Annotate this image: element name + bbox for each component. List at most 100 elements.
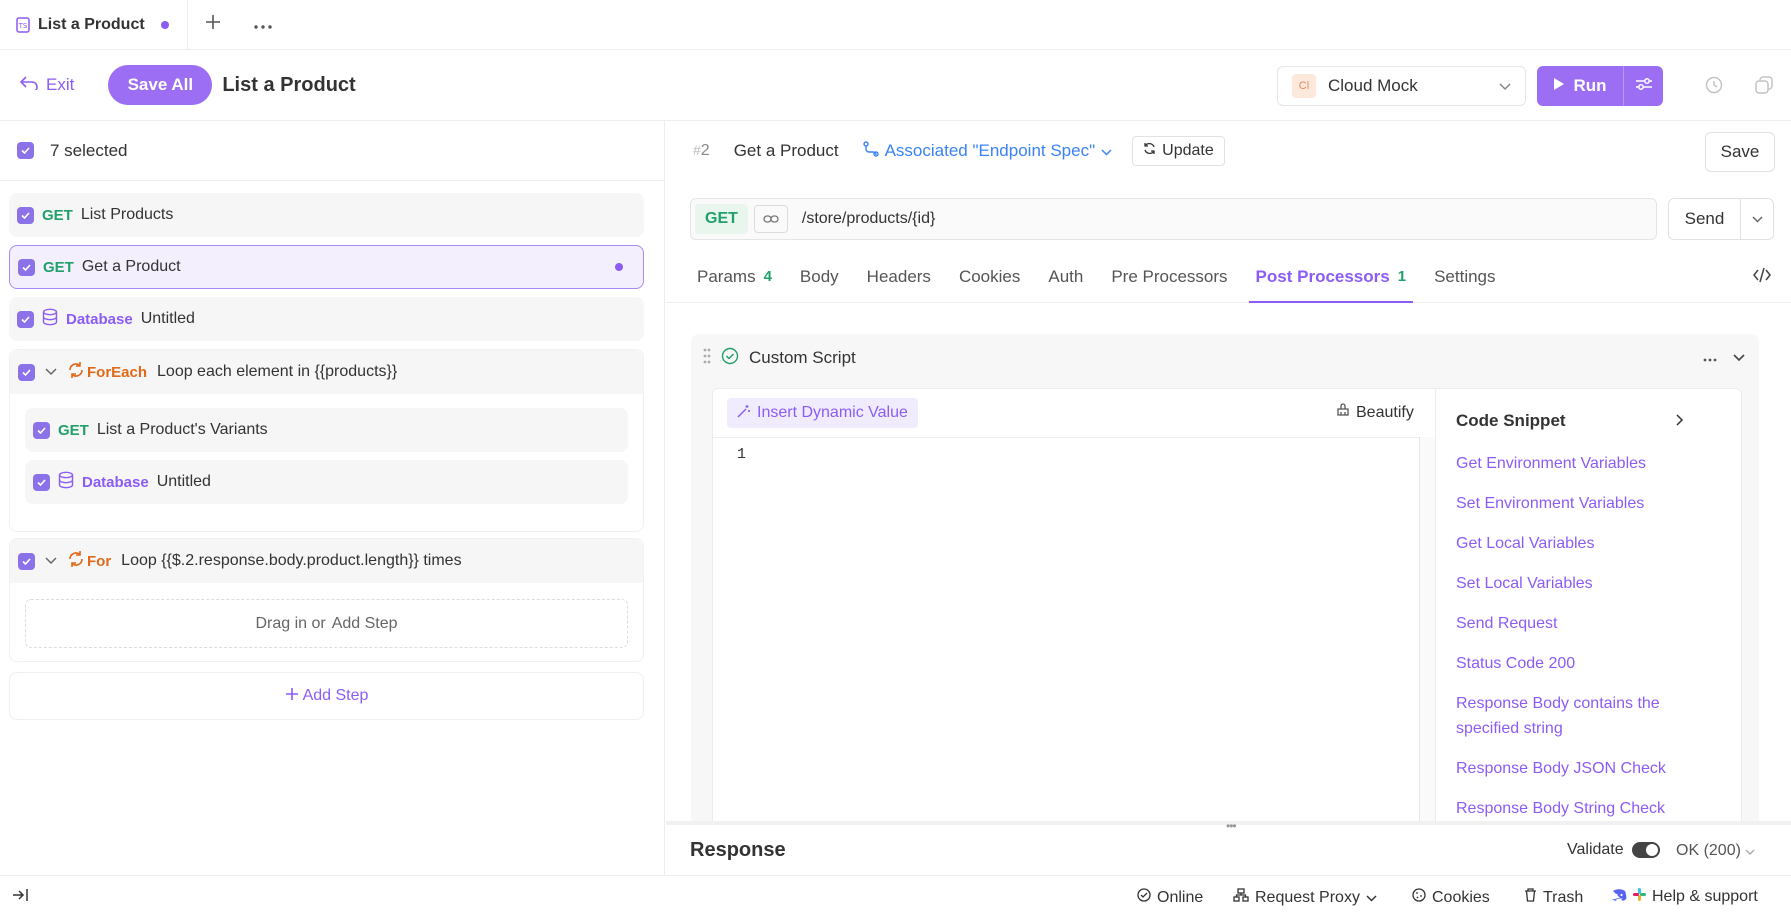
run-button[interactable]: Run — [1537, 66, 1623, 106]
drop-zone[interactable]: Drag in or Add Step — [25, 599, 628, 648]
link-icon[interactable] — [753, 205, 788, 233]
database-icon — [58, 471, 74, 494]
slack-icon — [1633, 888, 1646, 906]
exit-label: Exit — [46, 75, 75, 94]
snippet-set-environment-variables[interactable]: Set Environment Variables — [1456, 491, 1696, 516]
validate-toggle-group: Validate — [1567, 841, 1660, 859]
tab-post-processors[interactable]: Post Processors 1 — [1248, 251, 1414, 303]
code-icon[interactable] — [1753, 267, 1771, 288]
copy-icon[interactable] — [1755, 76, 1773, 99]
step-get-a-product[interactable]: GET Get a Product — [9, 245, 644, 289]
chevron-down-icon[interactable] — [45, 363, 57, 381]
help-support-button[interactable]: Help & support — [1611, 888, 1758, 906]
script-editor: Insert Dynamic Value Beautify 1 Code Sni… — [712, 388, 1742, 876]
snippet-get-environment-variables[interactable]: Get Environment Variables — [1456, 451, 1696, 476]
tab-count: 4 — [763, 268, 772, 285]
custom-script-card: Custom Script Insert Dynamic Value Beaut… — [691, 334, 1759, 876]
more-horizontal-icon — [254, 16, 272, 34]
chevron-down-icon[interactable] — [45, 552, 57, 570]
snippet-get-local-variables[interactable]: Get Local Variables — [1456, 531, 1696, 556]
select-all-checkbox[interactable] — [17, 142, 34, 159]
more-horizontal-icon[interactable] — [1703, 349, 1717, 367]
step-database[interactable]: Database Untitled — [9, 297, 644, 341]
step-checkbox[interactable] — [18, 363, 35, 381]
step-checkbox[interactable] — [33, 473, 50, 491]
collapse-sidebar-icon[interactable] — [12, 888, 28, 902]
snippet-response-body-contains[interactable]: Response Body contains the specified str… — [1456, 691, 1696, 741]
tab-headers[interactable]: Headers — [860, 251, 938, 302]
cookies-button[interactable]: Cookies — [1412, 888, 1490, 907]
step-database[interactable]: Database Untitled — [25, 460, 628, 504]
online-status[interactable]: Online — [1137, 888, 1203, 907]
method-get: GET — [43, 258, 74, 276]
custom-script-header[interactable]: Custom Script — [691, 334, 1759, 382]
step-list-products[interactable]: GET List Products — [9, 193, 644, 237]
snippet-send-request[interactable]: Send Request — [1456, 611, 1696, 636]
step-index-value: 2 — [700, 142, 710, 159]
step-type: For — [87, 552, 112, 570]
validate-toggle[interactable] — [1631, 842, 1660, 858]
send-options-button[interactable] — [1741, 199, 1773, 239]
environment-select[interactable]: Cl Cloud Mock — [1277, 66, 1526, 106]
step-checkbox[interactable] — [18, 552, 35, 570]
exit-button[interactable]: Exit — [19, 75, 75, 95]
tab-label: Post Processors — [1255, 266, 1390, 286]
chevron-right-icon — [1676, 411, 1684, 431]
response-status-select[interactable]: OK (200) — [1676, 842, 1755, 860]
step-list-variants[interactable]: GET List a Product's Variants — [25, 408, 628, 452]
for-step[interactable]: For Loop {{$.2.response.body.product.len… — [10, 539, 643, 583]
url-input[interactable]: /store/products/{id} — [802, 210, 935, 228]
step-index: #2 — [693, 142, 710, 160]
tab-label: Auth — [1048, 266, 1084, 286]
associated-endpoint-dropdown[interactable]: Associated "Endpoint Spec" — [862, 140, 1113, 162]
save-button[interactable]: Save — [1705, 132, 1775, 172]
tab-pre-processors[interactable]: Pre Processors — [1104, 251, 1234, 302]
snippet-set-local-variables[interactable]: Set Local Variables — [1456, 571, 1696, 596]
save-all-button[interactable]: Save All — [108, 65, 213, 105]
resize-handle[interactable]: ••• — [1226, 819, 1237, 833]
tab-auth[interactable]: Auth — [1041, 251, 1090, 302]
chevron-down-icon[interactable] — [1733, 349, 1745, 367]
beautify-button[interactable]: Beautify — [1336, 403, 1414, 422]
play-icon — [1553, 76, 1565, 96]
snippet-status-code-200[interactable]: Status Code 200 — [1456, 651, 1696, 676]
send-button[interactable]: Send — [1669, 199, 1741, 239]
enabled-check-icon[interactable] — [721, 347, 739, 370]
history-icon[interactable] — [1705, 76, 1723, 99]
add-step-label: Add Step — [302, 687, 369, 704]
new-tab-button[interactable] — [188, 0, 238, 50]
add-step-button[interactable]: Add Step — [9, 672, 644, 720]
tab-label: Headers — [866, 266, 931, 286]
add-step-link[interactable]: Add Step — [332, 615, 398, 633]
check-circle-icon — [1137, 888, 1151, 907]
insert-dynamic-value-button[interactable]: Insert Dynamic Value — [727, 398, 918, 428]
snippet-response-body-json-check[interactable]: Response Body JSON Check — [1456, 756, 1696, 781]
snippet-response-body-string-check[interactable]: Response Body String Check — [1456, 796, 1696, 821]
step-name: Loop each element in {{products}} — [157, 363, 398, 380]
tab-list-a-product[interactable]: TS List a Product — [0, 0, 188, 50]
tab-settings[interactable]: Settings — [1427, 251, 1502, 302]
code-snippet-header[interactable]: Code Snippet — [1456, 411, 1684, 431]
foreach-step[interactable]: ForEach Loop each element in {{products}… — [10, 350, 643, 394]
step-checkbox[interactable] — [17, 310, 34, 328]
request-proxy-dropdown[interactable]: Request Proxy — [1233, 888, 1377, 907]
tab-body[interactable]: Body — [793, 251, 846, 302]
selected-count: 7 selected — [50, 140, 128, 160]
tab-params[interactable]: Params 4 — [690, 251, 779, 302]
tab-bar: TS List a Product — [0, 0, 1791, 50]
step-checkbox[interactable] — [17, 206, 34, 224]
editor-scrollbar[interactable] — [1419, 437, 1435, 876]
tab-more-button[interactable] — [238, 0, 288, 50]
chevron-down-icon — [1751, 210, 1763, 228]
update-button[interactable]: Update — [1132, 136, 1225, 166]
send-button-group: Send — [1668, 198, 1774, 240]
method-select[interactable]: GET — [695, 204, 748, 234]
tab-cookies[interactable]: Cookies — [952, 251, 1027, 302]
trash-button[interactable]: Trash — [1524, 888, 1583, 907]
drag-handle-icon[interactable] — [703, 348, 711, 369]
step-checkbox[interactable] — [18, 258, 35, 276]
run-settings-button[interactable] — [1623, 66, 1663, 106]
request-panel: #2 Get a Product Associated "Endpoint Sp… — [666, 121, 1791, 876]
step-checkbox[interactable] — [33, 421, 50, 439]
loop-icon — [67, 550, 85, 573]
